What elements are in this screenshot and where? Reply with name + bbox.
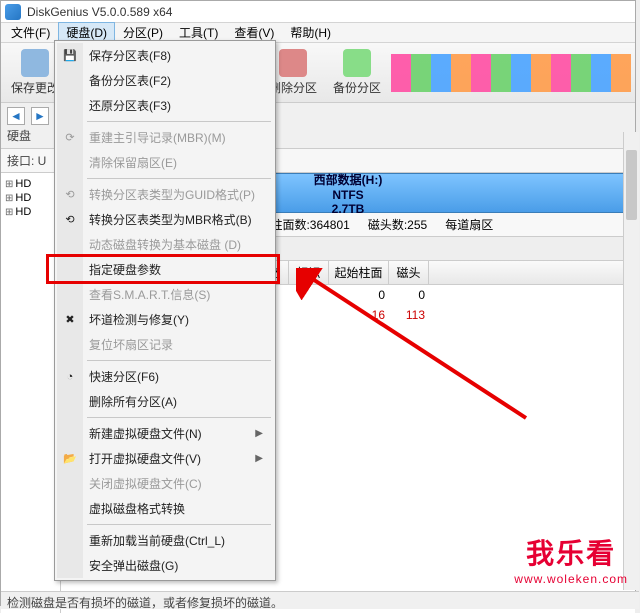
menu-item: ⟲ 转换分区表类型为GUID格式(P) bbox=[57, 182, 273, 207]
menu-label: 保存分区表(F8) bbox=[89, 47, 171, 64]
save-icon bbox=[21, 49, 49, 77]
menu-item: 动态磁盘转换为基本磁盘 (D) bbox=[57, 232, 273, 257]
menu-file[interactable]: 文件(F) bbox=[3, 22, 58, 43]
scrollbar-thumb[interactable] bbox=[626, 150, 637, 220]
menu-item: 清除保留扇区(E) bbox=[57, 150, 273, 175]
menu-label: 指定硬盘参数 bbox=[89, 261, 161, 278]
menu-label: 清除保留扇区(E) bbox=[89, 154, 177, 171]
menu-item[interactable]: 📂 打开虚拟硬盘文件(V) ▶ bbox=[57, 446, 273, 471]
watermark: 我乐看 www.woleken.com bbox=[514, 532, 628, 586]
menu-icon: ⟲ bbox=[62, 212, 78, 228]
menu-label: 新建虚拟硬盘文件(N) bbox=[89, 425, 202, 442]
menu-item[interactable]: 虚拟磁盘格式转换 bbox=[57, 496, 273, 521]
menu-item[interactable]: 备份分区表(F2) bbox=[57, 68, 273, 93]
menu-item[interactable]: 重新加载当前硬盘(Ctrl_L) bbox=[57, 528, 273, 553]
menu-label: 转换分区表类型为GUID格式(P) bbox=[89, 186, 255, 203]
menu-item: 复位坏扇区记录 bbox=[57, 332, 273, 357]
menu-icon: ✖ bbox=[62, 312, 78, 328]
menu-icon: 📂 bbox=[62, 451, 78, 467]
menu-item[interactable]: 还原分区表(F3) bbox=[57, 93, 273, 118]
chevron-right-icon: ▶ bbox=[255, 428, 263, 439]
menu-icon: 💾 bbox=[62, 48, 78, 64]
menu-item[interactable]: 删除所有分区(A) bbox=[57, 389, 273, 414]
disk-dropdown: 💾 保存分区表(F8) 备份分区表(F2) 还原分区表(F3) ⟳ 重建主引导记录(MBR… bbox=[54, 40, 276, 581]
menu-help[interactable]: 帮助(H) bbox=[282, 22, 339, 43]
menu-label: 备份分区表(F2) bbox=[89, 72, 171, 89]
menu-label: 关闭虚拟硬盘文件(C) bbox=[89, 475, 202, 492]
menu-item[interactable]: 安全弹出磁盘(G) bbox=[57, 553, 273, 578]
menu-icon: ⟲ bbox=[62, 187, 78, 203]
menu-icon: ⟳ bbox=[62, 130, 78, 146]
menu-item[interactable]: ⟲ 转换分区表类型为MBR格式(B) bbox=[57, 207, 273, 232]
backup-icon bbox=[343, 49, 371, 77]
menu-item[interactable]: ✖ 坏道检测与修复(Y) bbox=[57, 307, 273, 332]
menu-item: ⟳ 重建主引导记录(MBR)(M) bbox=[57, 125, 273, 150]
menu-label: 复位坏扇区记录 bbox=[89, 336, 173, 353]
menu-label: 删除所有分区(A) bbox=[89, 393, 177, 410]
fwd-button[interactable]: ► bbox=[31, 107, 49, 125]
menu-item: 关闭虚拟硬盘文件(C) bbox=[57, 471, 273, 496]
menu-label: 虚拟磁盘格式转换 bbox=[89, 500, 185, 517]
partition-fs: NTFS bbox=[332, 188, 363, 202]
backup-partition-button[interactable]: 备份分区 bbox=[327, 47, 387, 98]
menu-label: 转换分区表类型为MBR格式(B) bbox=[89, 211, 252, 228]
menu-item: 查看S.M.A.R.T.信息(S) bbox=[57, 282, 273, 307]
menu-icon: ◔ bbox=[62, 369, 78, 385]
statusbar: 检测磁盘是否有损坏的磁道，或者修复损坏的磁道。 bbox=[1, 591, 639, 609]
menu-label: 重建主引导记录(MBR)(M) bbox=[89, 129, 226, 146]
menu-item[interactable]: ◔ 快速分区(F6) bbox=[57, 364, 273, 389]
tree-item[interactable]: HD bbox=[5, 191, 56, 205]
menu-label: 安全弹出磁盘(G) bbox=[89, 557, 178, 574]
left-tree[interactable]: HD HD HD bbox=[1, 173, 61, 613]
menu-label: 快速分区(F6) bbox=[89, 368, 159, 385]
chevron-right-icon: ▶ bbox=[255, 453, 263, 464]
delete-icon bbox=[279, 49, 307, 77]
tree-item[interactable]: HD bbox=[5, 205, 56, 219]
menu-label: 查看S.M.A.R.T.信息(S) bbox=[89, 286, 210, 303]
menu-label: 动态磁盘转换为基本磁盘 (D) bbox=[89, 236, 241, 253]
titlebar: DiskGenius V5.0.0.589 x64 bbox=[1, 1, 635, 23]
window-title: DiskGenius V5.0.0.589 x64 bbox=[27, 5, 172, 19]
colorful-area bbox=[391, 54, 631, 92]
vertical-scrollbar[interactable] bbox=[623, 132, 639, 590]
menu-label: 打开虚拟硬盘文件(V) bbox=[89, 450, 201, 467]
tree-item[interactable]: HD bbox=[5, 177, 56, 191]
menu-item[interactable]: 指定硬盘参数 bbox=[57, 257, 273, 282]
app-icon bbox=[5, 4, 21, 20]
partition-name: 西部数据(H:) bbox=[314, 171, 383, 188]
menu-label: 还原分区表(F3) bbox=[89, 97, 171, 114]
menu-item[interactable]: 💾 保存分区表(F8) bbox=[57, 43, 273, 68]
menu-label: 坏道检测与修复(Y) bbox=[89, 311, 189, 328]
menu-item[interactable]: 新建虚拟硬盘文件(N) ▶ bbox=[57, 421, 273, 446]
menu-label: 重新加载当前硬盘(Ctrl_L) bbox=[89, 532, 225, 549]
back-button[interactable]: ◄ bbox=[7, 107, 25, 125]
